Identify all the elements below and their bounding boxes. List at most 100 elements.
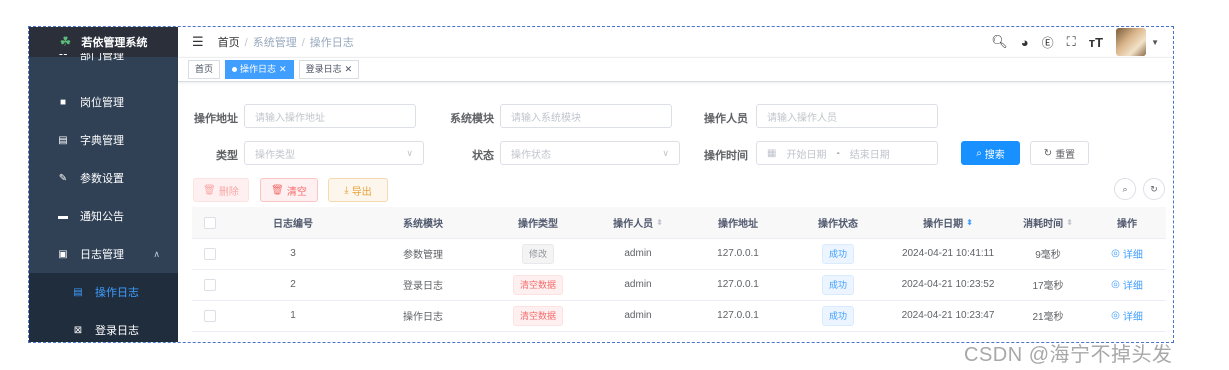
- table-header: 日志编号 系统模块 操作类型 操作人员 ⬍ 操作地址 操作状态 操作日期 ⬍ 消耗时…: [192, 207, 1166, 239]
- sidebar-item-dept[interactable]: ☷ 部门管理: [29, 53, 178, 61]
- tag-home[interactable]: 首页: [188, 59, 221, 79]
- eye-icon: ◎: [1111, 248, 1120, 259]
- status-label: 状态: [472, 150, 494, 162]
- eye-icon: ◎: [1111, 310, 1120, 321]
- detail-link[interactable]: ◎ 详细: [1088, 238, 1166, 269]
- app-title: 若依管理系统: [81, 37, 148, 49]
- message-icon: ▬: [58, 210, 68, 222]
- col-type: 操作类型: [518, 219, 558, 230]
- status-badge: 成功: [821, 274, 854, 295]
- github-icon[interactable]: ◕: [1021, 35, 1029, 50]
- col-ip: 操作地址: [718, 219, 758, 230]
- tag-operlog[interactable]: 操作日志 ✕: [225, 59, 294, 79]
- business-type-select[interactable]: 操作类型 ∨: [244, 141, 424, 165]
- reset-button[interactable]: ↻ 重置: [1030, 141, 1089, 165]
- row-checkbox[interactable]: [192, 238, 228, 269]
- oper-time-range[interactable]: ▦ 开始日期 - 结束日期: [756, 141, 938, 165]
- detail-link[interactable]: ◎ 详细: [1088, 300, 1166, 331]
- sidebar-item-notice[interactable]: ▬ 通知公告: [29, 197, 178, 235]
- sort-icon[interactable]: ⬍: [656, 218, 663, 227]
- sidebar-item-dict[interactable]: ▤ 字典管理: [29, 121, 178, 159]
- close-icon[interactable]: ✕: [345, 64, 353, 74]
- oper-ip-label: 操作地址: [194, 113, 238, 125]
- delete-button[interactable]: 🗑︎ 删除: [193, 178, 249, 202]
- chevron-down-icon: ∨: [662, 147, 669, 158]
- post-icon: ■: [59, 96, 67, 108]
- tag-logininfor[interactable]: 登录日志 ✕: [298, 59, 360, 79]
- hamburger-icon[interactable]: ☰: [192, 34, 204, 50]
- search-icon: ⌕: [1122, 183, 1128, 194]
- watermark: CSDN @海宁不掉头发: [964, 344, 1173, 366]
- sidebar-item-operlog[interactable]: ▤ 操作日志: [29, 273, 178, 311]
- type-badge: 清空数据: [512, 274, 563, 295]
- sidebar-item-log[interactable]: ▣ 日志管理 ∧: [29, 235, 178, 273]
- search-icon: ⌕: [976, 147, 982, 159]
- toggle-search-button[interactable]: ⌕: [1114, 178, 1136, 200]
- dict-icon: ▤: [58, 134, 68, 146]
- chevron-up-icon: ∧: [153, 248, 160, 259]
- type-badge: 清空数据: [512, 305, 563, 326]
- refresh-button[interactable]: ↻: [1143, 178, 1165, 200]
- status-select[interactable]: 操作状态 ∨: [500, 141, 680, 165]
- oper-name-input[interactable]: 请输入操作人员: [756, 104, 938, 128]
- col-id: 日志编号: [273, 219, 313, 230]
- caret-down-icon[interactable]: ▼: [1151, 38, 1159, 47]
- row-checkbox[interactable]: [192, 300, 228, 331]
- sidebar-item-post[interactable]: ■ 岗位管理: [29, 83, 178, 121]
- refresh-icon: ↻: [1043, 147, 1053, 159]
- search-icon[interactable]: 🔍︎: [991, 34, 1008, 50]
- title-input[interactable]: 请输入系统模块: [500, 104, 672, 128]
- sort-icon[interactable]: ⬍: [1066, 218, 1073, 227]
- edit-icon: ✎: [58, 172, 68, 184]
- question-icon[interactable]: Ⓔ: [1042, 34, 1054, 51]
- breadcrumb-system[interactable]: 系统管理: [253, 37, 297, 49]
- detail-link[interactable]: ◎ 详细: [1088, 269, 1166, 300]
- oper-name-label: 操作人员: [704, 113, 748, 125]
- calendar-icon: ▦: [767, 147, 777, 159]
- sidebar-item-logininfor[interactable]: ⊠ 登录日志: [29, 311, 178, 342]
- sidebar: ☘ 若依管理系统 ☷ 部门管理 ■ 岗位管理 ▤ 字典管理 ✎ 参数设置 ▬ 通…: [29, 27, 178, 342]
- col-cost[interactable]: 消耗时间 ⬍: [1008, 207, 1088, 238]
- status-badge: 成功: [821, 305, 854, 326]
- col-status: 操作状态: [818, 219, 858, 230]
- table-row[interactable]: 2 登录日志 清空数据 admin 127.0.0.1 成功 2024-04-2…: [192, 269, 1166, 301]
- export-button[interactable]: ⤓ 导出: [328, 178, 388, 202]
- delete-icon: 🗑︎: [203, 184, 216, 196]
- row-checkbox[interactable]: [192, 269, 228, 300]
- col-user[interactable]: 操作人员 ⬍: [588, 207, 688, 238]
- download-icon: ⤓: [344, 184, 349, 196]
- eye-icon: ◎: [1111, 279, 1120, 290]
- col-module: 系统模块: [403, 219, 443, 230]
- form-icon: ▤: [73, 286, 83, 298]
- chevron-down-icon: ∨: [406, 147, 413, 158]
- app-window: ☘ 若依管理系统 ☷ 部门管理 ■ 岗位管理 ▤ 字典管理 ✎ 参数设置 ▬ 通…: [28, 26, 1174, 343]
- oper-ip-input[interactable]: 请输入操作地址: [244, 104, 416, 128]
- title-label: 系统模块: [450, 113, 494, 125]
- refresh-icon: ↻: [1150, 183, 1158, 194]
- sidebar-item-config[interactable]: ✎ 参数设置: [29, 159, 178, 197]
- col-date[interactable]: 操作日期 ⬍: [888, 207, 1008, 238]
- main-content: 操作地址 请输入操作地址 系统模块 请输入系统模块 操作人员 请输入操作人员 类…: [178, 82, 1173, 342]
- font-size-icon[interactable]: тT: [1089, 35, 1103, 50]
- fullscreen-icon[interactable]: ⛶: [1067, 34, 1076, 50]
- breadcrumb: 首页 / 系统管理 / 操作日志: [217, 37, 354, 49]
- type-badge: 修改: [521, 243, 554, 264]
- logininfor-icon: ⊠: [73, 324, 83, 336]
- logo-icon: ☘: [59, 34, 72, 49]
- business-type-label: 类型: [216, 150, 238, 162]
- navbar: ☰ 首页 / 系统管理 / 操作日志 🔍︎ ◕ Ⓔ ⛶ тT ▼: [178, 27, 1173, 58]
- select-all-checkbox[interactable]: [192, 207, 228, 238]
- sort-icon[interactable]: ⬍: [966, 218, 973, 227]
- avatar[interactable]: [1116, 28, 1147, 56]
- table-row[interactable]: 3 参数管理 修改 admin 127.0.0.1 成功 2024-04-21 …: [192, 238, 1166, 270]
- search-button[interactable]: ⌕ 搜索: [961, 141, 1020, 165]
- table-row[interactable]: 1 操作日志 清空数据 admin 127.0.0.1 成功 2024-04-2…: [192, 300, 1166, 332]
- tree-icon: ☷: [56, 53, 70, 58]
- breadcrumb-home[interactable]: 首页: [218, 37, 240, 49]
- clean-button[interactable]: 🗑︎ 清空: [260, 178, 318, 202]
- navbar-right-menu: 🔍︎ ◕ Ⓔ ⛶ тT ▼: [991, 27, 1159, 57]
- status-badge: 成功: [821, 243, 854, 264]
- close-icon[interactable]: ✕: [279, 64, 287, 74]
- oper-time-label: 操作时间: [704, 150, 748, 162]
- col-action: 操作: [1117, 219, 1137, 230]
